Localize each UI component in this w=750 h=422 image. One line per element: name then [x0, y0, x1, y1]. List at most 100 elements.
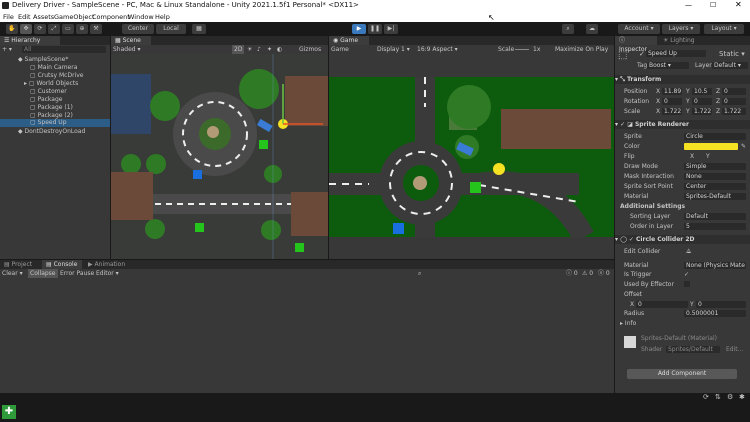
play-button[interactable]: ▶ [352, 24, 366, 34]
tab-hierarchy[interactable]: ☰ Hierarchy [0, 36, 60, 45]
sorting-layer-dropdown[interactable]: Default [684, 213, 746, 220]
position-z-field[interactable]: 0 [722, 88, 746, 95]
flip-x-toggle[interactable]: X [690, 153, 694, 160]
pause-button[interactable]: ❚❚ [368, 24, 382, 34]
collider-material-field[interactable]: None (Physics Mate [684, 262, 746, 269]
hierarchy-item-crutsy[interactable]: ▢ Crutsy McDrive [30, 72, 83, 79]
hierarchy-item-customer[interactable]: ▢ Customer [30, 88, 67, 95]
gizmos-dropdown[interactable]: Gizmos [299, 45, 321, 54]
minimize-icon[interactable]: — [685, 1, 692, 9]
aspect-dropdown[interactable]: 16:9 Aspect ▾ [417, 45, 492, 54]
hierarchy-item-speed-up[interactable]: ▢ Speed Up [0, 119, 110, 127]
layers-dropdown[interactable]: Layers ▾ [662, 24, 700, 34]
audio-toggle-icon[interactable]: ♪ [257, 45, 261, 54]
order-in-layer-field[interactable]: 5 [684, 223, 746, 230]
pivot-local-button[interactable]: Local [156, 24, 186, 34]
circle-collider-header[interactable]: ▾ ◯ ✓ Circle Collider 2D [615, 235, 750, 244]
menu-window[interactable]: Window [128, 13, 154, 21]
status-notify-icon[interactable]: ✱ [739, 393, 745, 401]
active-checkbox[interactable]: ✓ [639, 50, 645, 58]
mask-interaction-dropdown[interactable]: None [684, 173, 746, 180]
hand-tool-icon[interactable]: ✋ [6, 24, 18, 34]
game-canvas[interactable] [329, 77, 614, 237]
plus-icon[interactable]: ✚ [2, 405, 16, 419]
info-foldout[interactable]: ▸ Info [620, 320, 636, 327]
status-debug-icon[interactable]: ⚙ [727, 393, 733, 401]
hidden-objects-icon[interactable]: ◐ [277, 45, 282, 54]
menu-gameobject[interactable]: GameObject [54, 13, 95, 21]
tab-lighting[interactable]: ☀ Lighting [659, 36, 699, 45]
error-count[interactable]: ⓧ 0 [598, 269, 610, 278]
status-sync-icon[interactable]: ⇅ [715, 393, 721, 401]
hierarchy-item-package-1[interactable]: ▢ Package (1) [30, 104, 73, 111]
offset-x-field[interactable]: 0 [636, 301, 688, 308]
rotation-z-field[interactable]: 0 [722, 98, 746, 105]
scale-z-field[interactable]: 1.722 [722, 108, 746, 115]
position-y-field[interactable]: 10.5 [692, 88, 712, 95]
menu-assets[interactable]: Assets [33, 13, 54, 21]
tab-scene[interactable]: ▦ Scene [111, 36, 151, 45]
lighting-toggle-icon[interactable]: ☀ [247, 45, 252, 54]
scale-slider[interactable] [515, 49, 529, 50]
position-x-field[interactable]: 11.89 [662, 88, 682, 95]
close-icon[interactable]: ✕ [735, 0, 742, 9]
fx-toggle-icon[interactable]: ✦ [267, 45, 272, 54]
scene-canvas[interactable] [111, 54, 328, 259]
display-dropdown[interactable]: Display 1 ▾ [377, 45, 410, 54]
is-trigger-checkbox[interactable]: ✓ [684, 271, 689, 278]
additional-settings-label[interactable]: Additional Settings [620, 203, 685, 210]
layout-dropdown[interactable]: Layout ▾ [704, 24, 744, 34]
hierarchy-item-world-objects[interactable]: ▸ ▢ World Objects [24, 80, 78, 87]
transform-header[interactable]: ▾ ⤡ Transform [615, 75, 750, 84]
tag-dropdown[interactable]: Boost ▾ [647, 62, 689, 69]
add-object-button[interactable]: + ▾ [2, 45, 12, 54]
error-pause-toggle[interactable]: Error Pause [60, 269, 94, 278]
add-component-button[interactable]: Add Component [627, 369, 737, 379]
sprite-renderer-header[interactable]: ▾ ✓ ◪ Sprite Renderer [615, 120, 750, 129]
clear-button[interactable]: Clear ▾ [2, 269, 23, 278]
static-toggle[interactable]: Static ▾ [719, 50, 745, 58]
tab-game[interactable]: ◉ Game [329, 36, 369, 45]
mode-2d-button[interactable]: 2D [232, 45, 245, 54]
rotate-tool-icon[interactable]: ⟳ [34, 24, 46, 34]
shading-dropdown[interactable]: Shaded ▾ [113, 45, 169, 54]
step-button[interactable]: ▶| [384, 24, 398, 34]
menu-component[interactable]: Component [92, 13, 130, 21]
tab-console[interactable]: ▤ Console [42, 260, 82, 269]
tab-project[interactable]: ▤ Project [0, 260, 40, 269]
flip-y-toggle[interactable]: Y [706, 153, 710, 160]
layer-dropdown[interactable]: Default ▾ [712, 62, 748, 69]
maximize-icon[interactable]: ☐ [710, 1, 716, 9]
used-by-effector-checkbox[interactable] [684, 281, 690, 287]
rotation-x-field[interactable]: 0 [662, 98, 682, 105]
eyedropper-icon[interactable]: ✎ [741, 143, 746, 150]
hierarchy-item-samplescene[interactable]: ◆ SampleScene* [18, 56, 68, 63]
hierarchy-item-package-2[interactable]: ▢ Package (2) [30, 112, 73, 119]
custom-tool-icon[interactable]: ⚒ [90, 24, 102, 34]
info-count[interactable]: ⓘ 0 [566, 269, 578, 278]
collapse-toggle[interactable]: Collapse [28, 269, 58, 278]
warning-count[interactable]: ⚠ 0 [582, 269, 593, 278]
account-dropdown[interactable]: Account ▾ [618, 24, 660, 34]
tab-animation[interactable]: ▶ Animation [84, 260, 130, 269]
transform-tool-icon[interactable]: ⊕ [76, 24, 88, 34]
search-icon[interactable]: ⌕ [562, 24, 574, 34]
scale-x-field[interactable]: 1.722 [662, 108, 682, 115]
scale-y-field[interactable]: 1.722 [692, 108, 712, 115]
move-tool-icon[interactable]: ✥ [20, 24, 32, 34]
rotation-y-field[interactable]: 0 [692, 98, 712, 105]
tab-inspector[interactable]: ⓘ Inspector [615, 36, 657, 53]
hierarchy-item-package[interactable]: ▢ Package [30, 96, 62, 103]
sprite-field[interactable]: Circle [684, 133, 746, 140]
editor-dropdown[interactable]: Editor ▾ [96, 269, 119, 278]
status-auto-icon[interactable]: ⟳ [703, 393, 709, 401]
cloud-icon[interactable]: ☁ [586, 24, 598, 34]
edit-collider-button[interactable]: ⟁ [686, 248, 691, 256]
game-view-dropdown[interactable]: Game [331, 45, 349, 54]
scale-tool-icon[interactable]: ⤢ [48, 24, 60, 34]
object-name-field[interactable]: Speed Up [646, 50, 706, 57]
shader-dropdown[interactable]: Sprites/Default [666, 346, 720, 353]
menu-edit[interactable]: Edit [18, 13, 31, 21]
hierarchy-search-input[interactable]: All [22, 46, 106, 53]
rect-tool-icon[interactable]: ▭ [62, 24, 74, 34]
